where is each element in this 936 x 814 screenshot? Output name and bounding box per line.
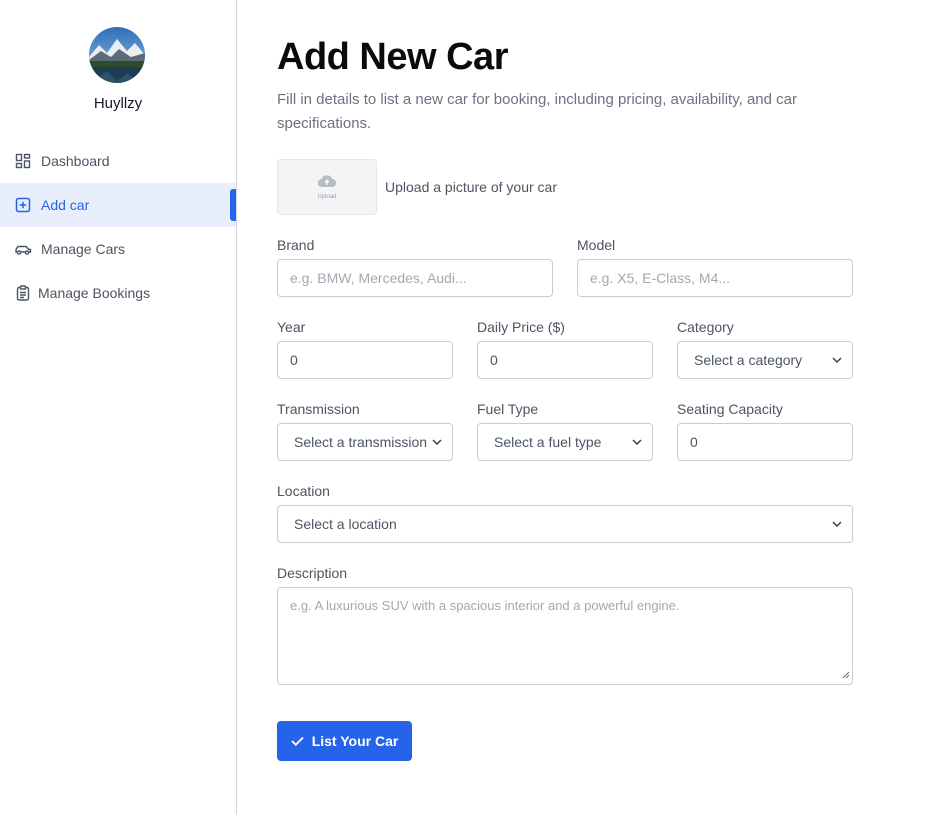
chevron-down-icon	[632, 439, 642, 445]
check-icon	[291, 736, 304, 746]
sidebar-item-label: Manage Bookings	[38, 285, 151, 301]
chevron-down-icon	[832, 357, 842, 363]
upload-label: Upload a picture of your car	[385, 179, 557, 195]
year-input[interactable]: 0	[277, 341, 453, 379]
page-title: Add New Car	[277, 36, 508, 78]
submit-label: List Your Car	[311, 733, 399, 749]
location-select[interactable]: Select a location	[277, 505, 853, 543]
plus-square-icon	[14, 196, 32, 214]
active-indicator	[230, 189, 236, 221]
fuel-type-selected: Select a fuel type	[494, 434, 602, 450]
clipboard-icon	[14, 284, 32, 302]
transmission-label: Transmission	[277, 401, 360, 417]
description-textarea[interactable]: e.g. A luxurious SUV with a spacious int…	[277, 587, 853, 685]
avatar[interactable]	[89, 27, 145, 83]
resize-grip-icon[interactable]	[842, 667, 850, 682]
model-input[interactable]: e.g. X5, E-Class, M4...	[577, 259, 853, 297]
cloud-upload-icon	[317, 174, 337, 193]
year-label: Year	[277, 319, 306, 335]
sidebar-item-manage-cars[interactable]: Manage Cars	[0, 227, 236, 271]
car-icon	[14, 240, 32, 258]
daily-price-input[interactable]: 0	[477, 341, 653, 379]
sidebar-item-label: Dashboard	[41, 153, 110, 169]
category-label: Category	[677, 319, 734, 335]
page-subtitle: Fill in details to list a new car for bo…	[277, 91, 797, 132]
fuel-type-select[interactable]: Select a fuel type	[477, 423, 653, 461]
description-label: Description	[277, 565, 348, 581]
sidebar-item-label: Add car	[41, 197, 90, 213]
upload-box-text: Upload	[317, 194, 337, 200]
sidebar-item-add-car[interactable]: Add car	[0, 183, 236, 227]
seating-capacity-label: Seating Capacity	[677, 401, 783, 417]
username: Huyllzy	[93, 95, 143, 112]
fuel-type-label: Fuel Type	[477, 401, 539, 417]
sidebar-item-manage-bookings[interactable]: Manage Bookings	[0, 271, 236, 315]
list-your-car-button[interactable]: List Your Car	[277, 721, 412, 761]
sidebar: Huyllzy Dashboard Add car Manage Cars Ma…	[0, 0, 237, 814]
seating-capacity-input[interactable]: 0	[677, 423, 853, 461]
chevron-down-icon	[832, 521, 842, 527]
brand-input[interactable]: e.g. BMW, Mercedes, Audi...	[277, 259, 553, 297]
sidebar-item-dashboard[interactable]: Dashboard	[0, 139, 236, 183]
location-selected: Select a location	[294, 516, 397, 532]
transmission-selected: Select a transmission	[294, 434, 428, 450]
brand-label: Brand	[277, 237, 315, 253]
sidebar-nav: Dashboard Add car Manage Cars Manage Boo…	[0, 139, 236, 315]
transmission-select[interactable]: Select a transmission	[277, 423, 453, 461]
category-select[interactable]: Select a category	[677, 341, 853, 379]
category-selected: Select a category	[694, 352, 803, 368]
dashboard-icon	[14, 152, 32, 170]
image-upload-box[interactable]: Upload	[277, 159, 377, 215]
description-placeholder: e.g. A luxurious SUV with a spacious int…	[290, 598, 680, 613]
daily-price-label: Daily Price ($)	[477, 319, 565, 335]
sidebar-item-label: Manage Cars	[41, 241, 126, 257]
model-label: Model	[577, 237, 616, 253]
chevron-down-icon	[432, 439, 442, 445]
location-label: Location	[277, 483, 330, 499]
